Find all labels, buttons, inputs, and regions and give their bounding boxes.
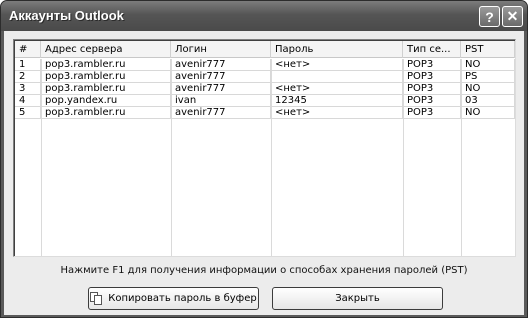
- cell-login: avenir777: [171, 59, 271, 70]
- cell-pst: PS: [461, 71, 515, 82]
- title-bar[interactable]: Аккаунты Outlook ? ✕: [1, 1, 527, 31]
- cell-password: 12345: [271, 95, 403, 106]
- cell-number: 3: [15, 83, 41, 94]
- table-row[interactable]: 2 pop3.rambler.ru avenir777 POP3 PS: [15, 71, 515, 83]
- column-header-number[interactable]: #: [15, 41, 41, 58]
- column-header-password[interactable]: Пароль: [271, 41, 403, 58]
- cell-number: 1: [15, 59, 41, 70]
- outlook-accounts-window: Аккаунты Outlook ? ✕ # Адрес сервера Лог…: [0, 0, 528, 318]
- cell-number: 2: [15, 71, 41, 82]
- close-window-button[interactable]: ✕: [502, 6, 523, 27]
- column-header-server[interactable]: Адрес сервера: [41, 41, 171, 58]
- cell-login: avenir777: [171, 71, 271, 82]
- table-row[interactable]: 3 pop3.rambler.ru avenir777 <нет> POP3 N…: [15, 83, 515, 95]
- cell-server-type: POP3: [403, 71, 461, 82]
- dialog-client-area: # Адрес сервера Логин Пароль Тип се... P…: [4, 31, 524, 315]
- table-row[interactable]: 1 pop3.rambler.ru avenir777 <нет> POP3 N…: [15, 59, 515, 71]
- cell-password: [271, 71, 403, 82]
- list-body: 1 pop3.rambler.ru avenir777 <нет> POP3 N…: [15, 59, 515, 119]
- copy-password-label: Копировать пароль в буфер: [108, 293, 257, 304]
- cell-server-type: POP3: [403, 107, 461, 118]
- column-header-server-type[interactable]: Тип се...: [403, 41, 461, 58]
- cell-pst: NO: [461, 83, 515, 94]
- cell-server-type: POP3: [403, 59, 461, 70]
- close-icon: ✕: [506, 8, 519, 24]
- cell-password: <нет>: [271, 107, 403, 118]
- cell-server: pop3.rambler.ru: [41, 83, 171, 94]
- table-row[interactable]: 5 pop3.rambler.ru avenir777 <нет> POP3 N…: [15, 107, 515, 119]
- column-header-login[interactable]: Логин: [171, 41, 271, 58]
- cell-server: pop.yandex.ru: [41, 95, 171, 106]
- window-title: Аккаунты Outlook: [9, 8, 124, 23]
- copy-password-button[interactable]: Копировать пароль в буфер: [88, 287, 259, 310]
- cell-pst: 03: [461, 95, 515, 106]
- copy-icon: [90, 291, 104, 306]
- cell-password: <нет>: [271, 83, 403, 94]
- cell-number: 5: [15, 107, 41, 118]
- accounts-list[interactable]: # Адрес сервера Логин Пароль Тип се... P…: [13, 39, 516, 257]
- cell-password: <нет>: [271, 59, 403, 70]
- cell-server-type: POP3: [403, 83, 461, 94]
- cell-login: avenir777: [171, 83, 271, 94]
- cell-login: ivan: [171, 95, 271, 106]
- column-header-pst[interactable]: PST: [461, 41, 515, 58]
- help-icon: ?: [485, 8, 494, 25]
- cell-server: pop3.rambler.ru: [41, 59, 171, 70]
- cell-login: avenir777: [171, 107, 271, 118]
- list-header: # Адрес сервера Логин Пароль Тип се... P…: [15, 41, 515, 58]
- cell-server-type: POP3: [403, 95, 461, 106]
- table-row[interactable]: 4 pop.yandex.ru ivan 12345 POP3 03: [15, 95, 515, 107]
- cell-pst: NO: [461, 107, 515, 118]
- cell-number: 4: [15, 95, 41, 106]
- close-button[interactable]: Закрыть: [272, 287, 443, 310]
- cell-pst: NO: [461, 59, 515, 70]
- cell-server: pop3.rambler.ru: [41, 107, 171, 118]
- close-button-label: Закрыть: [335, 293, 380, 304]
- cell-server: pop3.rambler.ru: [41, 71, 171, 82]
- help-button[interactable]: ?: [479, 6, 500, 27]
- pst-help-hint: Нажмите F1 для получения информации о сп…: [60, 265, 468, 276]
